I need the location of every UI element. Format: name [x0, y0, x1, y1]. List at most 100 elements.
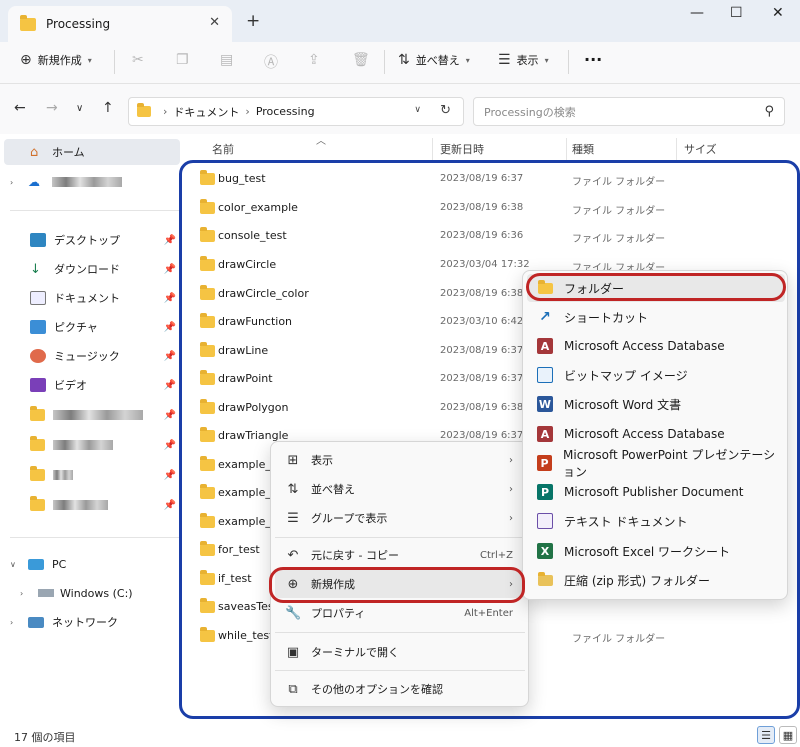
sidebar-item-folder[interactable]: 📌: [0, 492, 182, 518]
new-tab-button[interactable]: +: [246, 11, 260, 31]
folder-icon: [200, 227, 215, 242]
sidebar-item-folder[interactable]: 📌: [0, 462, 182, 488]
sort-button[interactable]: ⇅ 並べ替え ▾: [398, 52, 470, 68]
tab-processing[interactable]: Processing ✕: [8, 6, 232, 42]
paste-icon[interactable]: ▤: [220, 52, 233, 68]
file-row[interactable]: console_test 2023/08/19 6:36 ファイル フォルダー: [190, 223, 790, 249]
submenu-item-excel[interactable]: X Microsoft Excel ワークシート: [527, 537, 785, 565]
search-icon[interactable]: ⚲: [764, 104, 774, 119]
forward-arrow-icon[interactable]: →: [46, 100, 58, 116]
sidebar-item-pc[interactable]: ∨ PC: [0, 551, 182, 577]
pin-icon[interactable]: 📌: [164, 500, 176, 511]
menu-item-new[interactable]: ⊕ 新規作成 ›: [275, 570, 525, 598]
divider[interactable]: [432, 138, 433, 160]
divider: [384, 50, 385, 74]
chevron-down-icon[interactable]: ∨: [414, 105, 421, 115]
chevron-right-icon: ›: [509, 454, 513, 466]
breadcrumb-documents[interactable]: ドキュメント: [173, 104, 239, 120]
pin-icon[interactable]: 📌: [164, 264, 176, 275]
context-menu: ⊞ 表示 › ⇅ 並べ替え › ☰ グループで表示 › ↶ 元に戻す - コピー…: [270, 441, 529, 707]
sidebar-item-network[interactable]: › ネットワーク: [0, 609, 182, 635]
menu-item-properties[interactable]: 🔧 プロパティ Alt+Enter: [275, 599, 525, 627]
column-header-date[interactable]: 更新日時: [440, 141, 484, 157]
refresh-icon[interactable]: ↻: [440, 103, 451, 118]
pin-icon[interactable]: 📌: [164, 440, 176, 451]
submenu-item-word[interactable]: W Microsoft Word 文書: [527, 390, 785, 418]
details-view-button[interactable]: ☰: [757, 726, 775, 744]
sidebar-item-downloads[interactable]: ↓ ダウンロード 📌: [0, 256, 182, 282]
tiles-view-button[interactable]: ▦: [779, 726, 797, 744]
file-name: console_test: [218, 229, 287, 242]
view-button[interactable]: ☰ 表示 ▾: [498, 52, 549, 68]
sidebar-item-label: ピクチャ: [54, 321, 98, 334]
column-header-size[interactable]: サイズ: [684, 141, 717, 157]
more-options-button[interactable]: ···: [584, 50, 602, 69]
search-input[interactable]: Processingの検索 ⚲: [473, 97, 785, 126]
menu-item-view[interactable]: ⊞ 表示 ›: [275, 446, 525, 474]
submenu-item-label: Microsoft PowerPoint プレゼンテーション: [563, 448, 776, 479]
file-type: ファイル フォルダー: [572, 234, 666, 245]
sidebar-item-onedrive[interactable]: › ☁: [0, 169, 182, 195]
pin-icon[interactable]: 📌: [164, 380, 176, 391]
copy-icon[interactable]: ❐: [176, 52, 189, 68]
submenu-item-label: ビットマップ イメージ: [564, 368, 688, 383]
submenu-item-powerpoint[interactable]: P Microsoft PowerPoint プレゼンテーション: [527, 448, 785, 479]
sidebar-item-home[interactable]: ⌂ ホーム: [4, 139, 180, 165]
pin-icon[interactable]: 📌: [164, 410, 176, 421]
address-bar[interactable]: › ドキュメント › Processing ∨ ↻: [128, 97, 464, 126]
back-arrow-icon[interactable]: ←: [14, 100, 26, 116]
menu-item-more-options[interactable]: ⧉ その他のオプションを確認: [275, 675, 525, 703]
share-icon[interactable]: ⇪: [308, 52, 320, 68]
file-row[interactable]: bug_test 2023/08/19 6:37 ファイル フォルダー: [190, 166, 790, 192]
column-header-type[interactable]: 種類: [572, 141, 594, 157]
pin-icon[interactable]: 📌: [164, 235, 176, 246]
folder-icon: [200, 342, 215, 357]
sidebar-item-drive[interactable]: › Windows (C:): [0, 580, 182, 606]
folder-icon: [200, 170, 215, 185]
minimize-button[interactable]: —: [690, 5, 704, 21]
submenu-item-label: テキスト ドキュメント: [564, 514, 688, 529]
sidebar-item-music[interactable]: ミュージック 📌: [0, 343, 182, 369]
shortcut-text: Ctrl+Z: [479, 549, 513, 561]
submenu-item-access[interactable]: A Microsoft Access Database: [527, 420, 785, 448]
sidebar-item-videos[interactable]: ビデオ 📌: [0, 372, 182, 398]
sidebar-item-pictures[interactable]: ピクチャ 📌: [0, 314, 182, 340]
submenu-item-shortcut[interactable]: ↗ ショートカット: [527, 303, 785, 331]
submenu-item-bitmap[interactable]: ビットマップ イメージ: [527, 361, 785, 389]
cut-icon[interactable]: ✂: [132, 52, 144, 68]
recent-chevron-icon[interactable]: ∨: [76, 103, 83, 114]
pin-icon[interactable]: 📌: [164, 322, 176, 333]
sidebar-item-folder[interactable]: 📌: [0, 402, 182, 428]
breadcrumb-processing[interactable]: Processing: [256, 105, 315, 118]
submenu-item-zip[interactable]: 圧縮 (zip 形式) フォルダー: [527, 566, 785, 594]
file-row[interactable]: color_example 2023/08/19 6:38 ファイル フォルダー: [190, 195, 790, 221]
delete-icon[interactable]: 🗑: [352, 52, 370, 68]
close-button[interactable]: ✕: [772, 5, 784, 21]
chevron-right-icon: ›: [20, 588, 24, 598]
chevron-right-icon: ›: [509, 512, 513, 524]
tab-close-icon[interactable]: ✕: [209, 15, 220, 30]
sidebar-item-folder[interactable]: 📌: [0, 432, 182, 458]
rename-icon[interactable]: Ⓐ: [264, 52, 278, 72]
submenu-item-publisher[interactable]: P Microsoft Publisher Document: [527, 478, 785, 506]
menu-item-group[interactable]: ☰ グループで表示 ›: [275, 504, 525, 532]
submenu-item-access[interactable]: A Microsoft Access Database: [527, 332, 785, 360]
submenu-item-text[interactable]: テキスト ドキュメント: [527, 507, 785, 535]
pin-icon[interactable]: 📌: [164, 351, 176, 362]
home-icon: ⌂: [30, 144, 39, 160]
submenu-item-folder[interactable]: フォルダー: [527, 274, 785, 302]
menu-item-undo[interactable]: ↶ 元に戻す - コピー Ctrl+Z: [275, 541, 525, 569]
menu-item-sort[interactable]: ⇅ 並べ替え ›: [275, 475, 525, 503]
column-header-name[interactable]: 名前: [212, 141, 234, 157]
divider[interactable]: [566, 138, 567, 160]
pin-icon[interactable]: 📌: [164, 293, 176, 304]
menu-item-terminal[interactable]: ▣ ターミナルで開く: [275, 638, 525, 666]
sidebar-item-documents[interactable]: ドキュメント 📌: [0, 285, 182, 311]
sidebar-item-desktop[interactable]: デスクトップ 📌: [0, 227, 182, 253]
maximize-button[interactable]: ☐: [730, 5, 743, 21]
navigation-pane: [0, 134, 186, 724]
divider[interactable]: [676, 138, 677, 160]
pin-icon[interactable]: 📌: [164, 470, 176, 481]
new-button[interactable]: ⊕ 新規作成 ▾: [20, 52, 92, 68]
up-arrow-icon[interactable]: ↑: [102, 100, 114, 116]
